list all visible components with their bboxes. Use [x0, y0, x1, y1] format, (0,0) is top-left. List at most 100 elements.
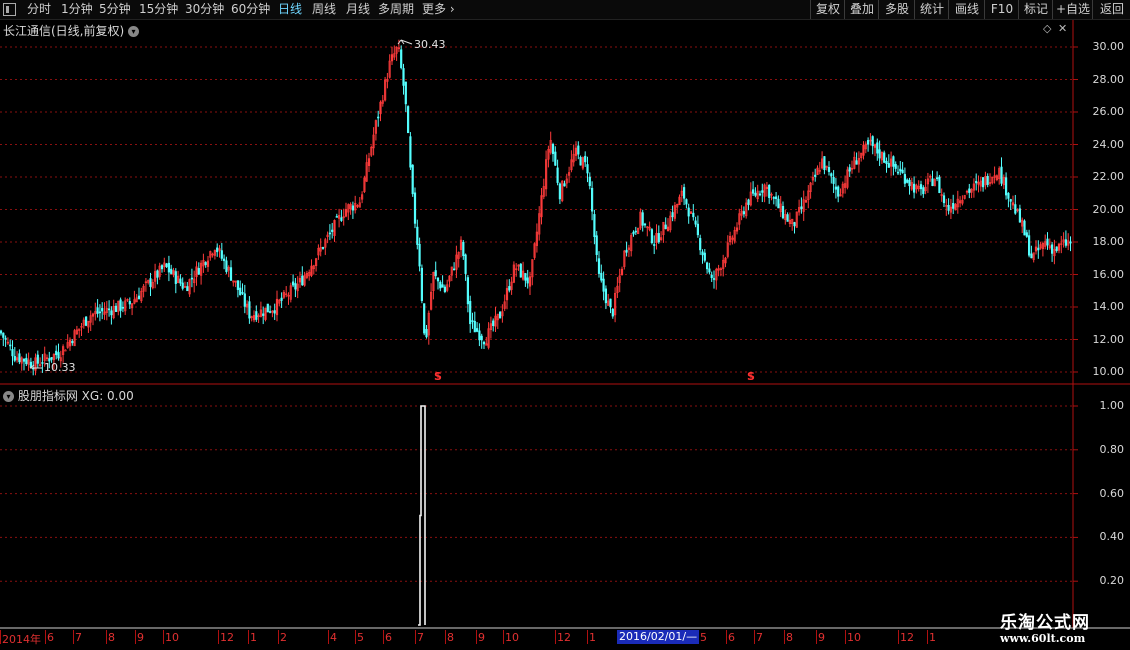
candle-body [848, 167, 851, 172]
date-tick [784, 630, 785, 644]
candle-body [519, 263, 522, 278]
candle-body [220, 250, 223, 259]
candle-body [524, 273, 527, 281]
candle-body [50, 357, 53, 360]
candle-body [919, 184, 923, 190]
date-tick [328, 630, 329, 644]
candle-body [1069, 241, 1072, 244]
candle-body [165, 263, 168, 267]
candle-body [837, 186, 840, 197]
candle-body [156, 270, 159, 278]
date-tick-label: 1 [250, 631, 257, 644]
date-tick [355, 630, 356, 644]
date-tick-label: 4 [330, 631, 337, 644]
candle-body [814, 174, 817, 177]
candle-body [938, 176, 941, 194]
candle-body [866, 140, 870, 145]
candle-body [1004, 177, 1008, 196]
candle-body [223, 258, 226, 262]
candle-body [1014, 204, 1017, 214]
price-tick-label: 12.00 [1092, 332, 1125, 346]
candle-body [400, 49, 403, 68]
watermark-title: 乐淘公式网 [1000, 613, 1090, 633]
candle-body [266, 303, 269, 313]
candle-body [1025, 232, 1028, 237]
candle-body [22, 358, 26, 362]
date-tick-label: 12 [220, 631, 234, 644]
candle-body [413, 192, 417, 224]
candle-body [922, 187, 925, 195]
date-tick [587, 630, 588, 644]
candle-body [556, 167, 559, 183]
date-tick [135, 630, 136, 644]
kline-chart[interactable] [0, 0, 1130, 650]
candle-body [903, 174, 906, 184]
candle-body [526, 277, 529, 284]
candle-body [321, 247, 325, 249]
date-tick [845, 630, 846, 644]
date-tick [445, 630, 446, 644]
date-tick [0, 630, 1, 644]
candle-body [335, 216, 338, 218]
candle-body [482, 341, 486, 345]
candle-body [876, 142, 879, 154]
candle-body [657, 233, 660, 243]
candle-body [563, 183, 566, 187]
candle-body [579, 157, 582, 166]
candle-body [558, 183, 561, 200]
date-tick-label: 9 [478, 631, 485, 644]
candle-body [225, 260, 228, 272]
candle-body [434, 270, 437, 277]
candle-body [229, 267, 233, 281]
candle-body [248, 301, 251, 319]
candle-body [981, 177, 985, 188]
candle-body [758, 193, 762, 196]
candle-body [18, 353, 21, 363]
candle-body [508, 286, 511, 291]
candle-body [772, 197, 775, 199]
date-tick [45, 630, 46, 644]
candle-body [899, 168, 902, 172]
date-tick-label: 5 [357, 631, 364, 644]
date-tick [726, 630, 727, 644]
candle-body [2, 332, 5, 338]
candle-body [887, 163, 890, 168]
candle-body [671, 212, 674, 218]
candle-body [268, 311, 272, 313]
price-tick-label: 10.00 [1092, 365, 1125, 378]
indicator-tick-label: 0.40 [1099, 530, 1125, 544]
candle-body [1028, 235, 1031, 256]
candle-body [179, 278, 182, 284]
date-tick [476, 630, 477, 644]
price-tick-label: 26.00 [1092, 105, 1125, 118]
high-price-label: 30.43 [414, 38, 446, 51]
candle-body [551, 144, 555, 154]
date-tick-label: 7 [75, 631, 82, 644]
candle-body [710, 274, 713, 278]
candle-body [682, 187, 686, 199]
date-tick [898, 630, 899, 644]
candle-body [947, 204, 950, 211]
chevron-down-icon[interactable]: ▾ [3, 391, 14, 402]
candle-body [186, 286, 189, 292]
candle-body [908, 179, 911, 187]
candle-body [291, 281, 295, 286]
candle-body [703, 252, 706, 261]
candle-body [411, 164, 414, 195]
candle-body [351, 205, 355, 211]
indicator-tick-label: 0.80 [1099, 442, 1125, 456]
candle-body [883, 152, 886, 163]
candle-body [110, 310, 113, 316]
date-tick-label: 10 [165, 631, 179, 644]
candle-body [694, 220, 697, 225]
date-tick-label: 8 [447, 631, 454, 644]
candle-body [588, 176, 591, 187]
candle-body [262, 313, 265, 316]
candle-body [462, 241, 465, 257]
candle-body [167, 262, 171, 273]
candle-body [439, 281, 442, 289]
candle-body [328, 232, 332, 235]
candle-body [942, 195, 946, 204]
candle-body [692, 212, 695, 218]
price-tick-label: 30.00 [1092, 40, 1125, 53]
